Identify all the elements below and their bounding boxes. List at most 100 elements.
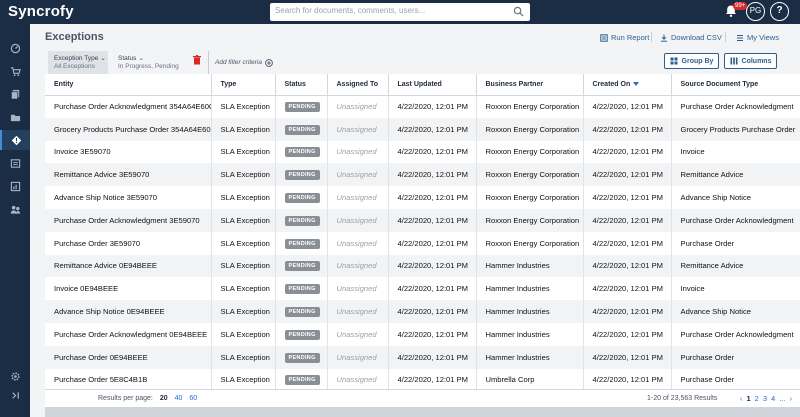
cell-created-on: 4/22/2020, 12:01 PM — [583, 277, 672, 301]
cell-assigned-to: Unassigned — [327, 277, 389, 301]
cell-entity[interactable]: Grocery Products Purchase Order 354A64E6… — [45, 117, 212, 141]
table-row[interactable]: Purchase Order Acknowledgment 3E59070 SLA… — [45, 208, 800, 232]
help-button[interactable]: ? — [770, 2, 789, 21]
table-row[interactable]: Purchase Order 0E94BEEE SLA Exception PEND… — [45, 345, 800, 369]
cell-created-on: 4/22/2020, 12:01 PM — [583, 254, 672, 278]
cell-created-on: 4/22/2020, 12:01 PM — [583, 117, 672, 141]
sidebar-item-orders[interactable] — [0, 61, 30, 81]
sidebar-item-exceptions[interactable] — [0, 130, 30, 150]
table-row[interactable]: Remittance Advice 3E59070 SLA Exception PE… — [45, 163, 800, 187]
cell-business-partner: Roxxon Energy Corporation — [476, 231, 584, 255]
search-icon[interactable] — [513, 6, 524, 17]
cell-entity[interactable]: Advance Ship Notice 0E94BEEE — [45, 300, 212, 323]
column-header-business-partner[interactable]: Business Partner — [476, 74, 584, 96]
trash-icon[interactable] — [193, 55, 201, 65]
table-header-row: Entity Type Status Assigned To Last Upda… — [45, 74, 800, 96]
cell-entity[interactable]: Invoice 3E59070 — [45, 140, 212, 164]
page-link[interactable]: 4 — [771, 394, 775, 403]
cell-entity[interactable]: Advance Ship Notice 3E59070 — [45, 186, 212, 209]
sidebar-item-reports[interactable] — [0, 176, 30, 196]
cell-entity[interactable]: Purchase Order Acknowledgment 3E59070 — [45, 208, 212, 232]
cell-created-on: 4/22/2020, 12:01 PM — [583, 345, 672, 369]
add-filter-button[interactable]: Add filter criteria — [208, 51, 279, 74]
column-header-type[interactable]: Type — [211, 74, 276, 96]
sidebar-item-invoices[interactable] — [0, 153, 30, 173]
cell-created-on: 4/22/2020, 12:01 PM — [583, 368, 672, 389]
cell-text: Remittance Advice 3E59070 — [54, 170, 150, 180]
run-report-button[interactable]: Run Report — [600, 33, 649, 42]
column-header-created-on[interactable]: Created On — [583, 74, 672, 96]
column-header-status[interactable]: Status — [275, 74, 328, 96]
cell-entity[interactable]: Purchase Order 0E94BEEE — [45, 345, 212, 369]
status-badge: PENDING — [284, 124, 320, 135]
column-header-entity[interactable]: Entity — [45, 74, 212, 96]
app-logo[interactable]: Syncrofy — [8, 3, 74, 20]
search-input[interactable]: Search for documents, comments, users... — [270, 3, 530, 21]
my-views-button[interactable]: My Views — [736, 33, 779, 42]
cell-entity[interactable]: Remittance Advice 3E59070 — [45, 163, 212, 187]
pagination: ‹ 1 2 3 4 ... › — [740, 394, 792, 403]
cell-entity[interactable]: Purchase Order Acknowledgment 0E94BEEE — [45, 322, 212, 346]
page-size-option[interactable]: 40 — [175, 395, 183, 402]
table-row[interactable]: Advance Ship Notice 3E59070 SLA Exception… — [45, 186, 800, 209]
table-row[interactable]: Advance Ship Notice 0E94BEEE SLA Exceptio… — [45, 300, 800, 323]
column-header-source-document-type[interactable]: Source Document Type — [671, 74, 800, 96]
cell-last-updated: 4/22/2020, 12:01 PM — [388, 140, 477, 164]
table-row[interactable]: Purchase Order 5E8C4B1B SLA Exception PEND… — [45, 368, 800, 389]
prev-page-button[interactable]: ‹ — [740, 394, 743, 403]
filter-exception-type[interactable]: Exception Type ⌄ All Exceptions — [48, 51, 108, 74]
page-link[interactable]: 1 — [747, 394, 751, 403]
exceptions-icon — [11, 135, 21, 145]
cell-business-partner: Hammer Industries — [476, 277, 584, 301]
column-header-assigned-to[interactable]: Assigned To — [327, 74, 389, 96]
table-row[interactable]: Purchase Order Acknowledgment 0E94BEEE SL… — [45, 322, 800, 346]
cell-entity[interactable]: Purchase Order Acknowledgment 354A64E60C — [45, 95, 212, 118]
next-page-button[interactable]: › — [789, 394, 792, 403]
page-size-option[interactable]: 60 — [189, 395, 197, 402]
cell-text: 4/22/2020, 12:01 PM — [592, 284, 664, 294]
cell-text: Advance Ship Notice 0E94BEEE — [54, 307, 165, 317]
table-row[interactable]: Remittance Advice 0E94BEEE SLA Exception P… — [45, 254, 800, 278]
sidebar-item-partners[interactable] — [0, 199, 30, 219]
columns-button[interactable]: Columns — [724, 53, 777, 69]
sidebar-item-settings[interactable] — [0, 366, 30, 386]
table-row[interactable]: Invoice 0E94BEEE SLA Exception PENDING Unas… — [45, 277, 800, 301]
filter-status[interactable]: Status ⌄ In Progress, Pending — [112, 51, 196, 74]
invoice-icon — [10, 158, 20, 168]
cell-text: 4/22/2020, 12:01 PM — [397, 147, 469, 157]
horizontal-scrollbar[interactable] — [45, 407, 800, 417]
download-csv-button[interactable]: Download CSV — [660, 33, 722, 42]
cell-created-on: 4/22/2020, 12:01 PM — [583, 300, 672, 323]
group-by-button[interactable]: Group By — [664, 53, 719, 69]
status-badge: PENDING — [284, 215, 320, 226]
table-row[interactable]: Purchase Order Acknowledgment 354A64E60C… — [45, 95, 800, 118]
search-placeholder: Search for documents, comments, users... — [275, 6, 426, 15]
cell-text: Purchase Order Acknowledgment 3E59070 — [54, 215, 200, 225]
cell-status: PENDING — [275, 322, 328, 346]
cell-text: Hammer Industries — [485, 307, 550, 317]
cell-business-partner: Roxxon Energy Corporation — [476, 186, 584, 209]
page-size-option[interactable]: 20 — [160, 395, 168, 402]
cell-assigned-to: Unassigned — [327, 345, 389, 369]
avatar[interactable]: PG — [746, 2, 765, 21]
sidebar-item-documents[interactable] — [0, 84, 30, 104]
cell-entity[interactable]: Purchase Order 3E59070 — [45, 231, 212, 255]
status-badge: PENDING — [284, 375, 320, 386]
divider — [725, 32, 726, 42]
column-header-last-updated[interactable]: Last Updated — [388, 74, 477, 96]
table-row[interactable]: Purchase Order 3E59070 SLA Exception PENDI… — [45, 231, 800, 255]
cell-last-updated: 4/22/2020, 12:01 PM — [388, 95, 477, 118]
page-link[interactable]: 3 — [763, 394, 767, 403]
cell-status: PENDING — [275, 95, 328, 118]
sidebar-item-folders[interactable] — [0, 107, 30, 127]
table-row[interactable]: Grocery Products Purchase Order 354A64E6… — [45, 117, 800, 141]
cell-status: PENDING — [275, 254, 328, 278]
sidebar-item-expand[interactable] — [0, 385, 30, 405]
cell-entity[interactable]: Purchase Order 5E8C4B1B — [45, 368, 212, 389]
filter-title: Exception Type ⌄ — [54, 54, 106, 63]
page-link[interactable]: 2 — [755, 394, 759, 403]
table-row[interactable]: Invoice 3E59070 SLA Exception PENDING Unass… — [45, 140, 800, 164]
cell-entity[interactable]: Invoice 0E94BEEE — [45, 277, 212, 301]
sidebar-item-dashboard[interactable] — [0, 38, 30, 58]
cell-entity[interactable]: Remittance Advice 0E94BEEE — [45, 254, 212, 278]
